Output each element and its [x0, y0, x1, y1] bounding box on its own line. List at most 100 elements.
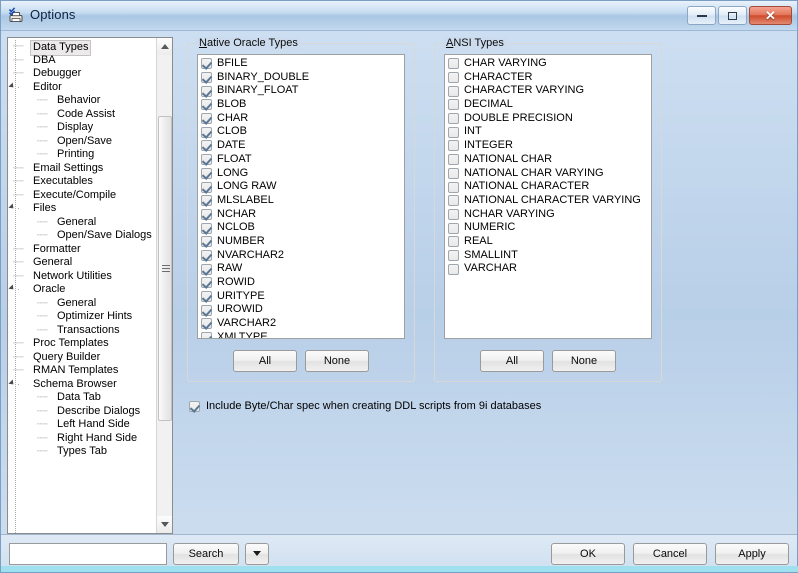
- tree-scroll-down-button[interactable]: [157, 516, 172, 533]
- native-type-item[interactable]: NUMBER: [201, 235, 404, 249]
- native-type-item[interactable]: BLOB: [201, 98, 404, 112]
- ansi-type-item[interactable]: CHARACTER VARYING: [448, 84, 651, 98]
- native-type-item[interactable]: BINARY_DOUBLE: [201, 71, 404, 85]
- sidebar-item-editor[interactable]: · Editor: [8, 81, 155, 95]
- native-type-item[interactable]: FLOAT: [201, 153, 404, 167]
- ansi-type-item[interactable]: VARCHAR: [448, 262, 651, 276]
- search-button[interactable]: Search: [173, 542, 239, 565]
- ansi-all-button[interactable]: All: [480, 350, 544, 372]
- minimize-button[interactable]: [687, 6, 716, 25]
- ansi-type-item[interactable]: CHAR VARYING: [448, 57, 651, 71]
- ansi-type-item[interactable]: NUMERIC: [448, 221, 651, 235]
- native-type-checkbox[interactable]: [201, 291, 212, 303]
- native-type-item[interactable]: URITYPE: [201, 290, 404, 304]
- sidebar-item-left-hand-side[interactable]: ┈┈ Left Hand Side: [8, 418, 155, 432]
- ansi-type-item[interactable]: SMALLINT: [448, 249, 651, 263]
- native-type-checkbox[interactable]: [201, 332, 212, 338]
- sidebar-item-network-utilities[interactable]: ┈┈ Network Utilities: [8, 270, 155, 284]
- native-type-item[interactable]: MLSLABEL: [201, 194, 404, 208]
- native-type-checkbox[interactable]: [201, 99, 212, 111]
- ansi-type-checkbox[interactable]: [448, 249, 459, 261]
- native-type-checkbox[interactable]: [201, 140, 212, 152]
- native-type-item[interactable]: LONG RAW: [201, 180, 404, 194]
- ansi-type-checkbox[interactable]: [448, 195, 459, 207]
- native-type-checkbox[interactable]: [201, 126, 212, 138]
- include-byte-char-spec-row[interactable]: Include Byte/Char spec when creating DDL…: [189, 400, 785, 412]
- sidebar-item-schema-browser[interactable]: · Schema Browser: [8, 378, 155, 392]
- sidebar-item-execute-compile[interactable]: ┈┈ Execute/Compile: [8, 189, 155, 203]
- ansi-type-checkbox[interactable]: [448, 208, 459, 220]
- ansi-type-checkbox[interactable]: [448, 113, 459, 125]
- native-type-checkbox[interactable]: [201, 304, 212, 316]
- sidebar-item-rman-templates[interactable]: ┈┈ RMAN Templates: [8, 364, 155, 378]
- sidebar-item-data-types[interactable]: ┈┈ Data Types: [8, 40, 155, 56]
- sidebar-item-email-settings[interactable]: ┈┈ Email Settings: [8, 162, 155, 176]
- ansi-types-listbox[interactable]: CHAR VARYING CHARACTER CHARACTER VARYING DE…: [444, 54, 652, 339]
- native-type-checkbox[interactable]: [201, 263, 212, 275]
- tree-scroll-up-button[interactable]: [157, 38, 172, 55]
- sidebar-item-general[interactable]: ┈┈ General: [8, 216, 155, 230]
- sidebar-item-right-hand-side[interactable]: ┈┈ Right Hand Side: [8, 432, 155, 446]
- sidebar-item-debugger[interactable]: ┈┈ Debugger: [8, 67, 155, 81]
- ansi-type-checkbox[interactable]: [448, 167, 459, 179]
- native-type-checkbox[interactable]: [201, 85, 212, 97]
- sidebar-item-dba[interactable]: ┈┈ DBA: [8, 54, 155, 68]
- sidebar-item-formatter[interactable]: ┈┈ Formatter: [8, 243, 155, 257]
- sidebar-item-transactions[interactable]: ┈┈ Transactions: [8, 324, 155, 338]
- tree-scrollbar[interactable]: [156, 38, 172, 533]
- native-type-item[interactable]: XMLTYPE: [201, 331, 404, 338]
- sidebar-item-types-tab[interactable]: ┈┈ Types Tab: [8, 445, 155, 459]
- ansi-type-item[interactable]: NATIONAL CHAR: [448, 153, 651, 167]
- ansi-type-item[interactable]: NCHAR VARYING: [448, 208, 651, 222]
- native-type-item[interactable]: CHAR: [201, 112, 404, 126]
- sidebar-item-behavior[interactable]: ┈┈ Behavior: [8, 94, 155, 108]
- ansi-type-item[interactable]: NATIONAL CHARACTER: [448, 180, 651, 194]
- ansi-type-item[interactable]: REAL: [448, 235, 651, 249]
- native-type-item[interactable]: CLOB: [201, 125, 404, 139]
- ansi-type-checkbox[interactable]: [448, 140, 459, 152]
- ansi-type-checkbox[interactable]: [448, 72, 459, 84]
- sidebar-item-oracle[interactable]: · Oracle: [8, 283, 155, 297]
- native-type-item[interactable]: VARCHAR2: [201, 317, 404, 331]
- sidebar-item-code-assist[interactable]: ┈┈ Code Assist: [8, 108, 155, 122]
- native-type-checkbox[interactable]: [201, 58, 212, 70]
- ansi-type-checkbox[interactable]: [448, 85, 459, 97]
- sidebar-item-executables[interactable]: ┈┈ Executables: [8, 175, 155, 189]
- cancel-button[interactable]: Cancel: [633, 543, 707, 565]
- native-type-checkbox[interactable]: [201, 113, 212, 125]
- ansi-type-checkbox[interactable]: [448, 236, 459, 248]
- ansi-type-item[interactable]: INTEGER: [448, 139, 651, 153]
- ansi-none-button[interactable]: None: [552, 350, 616, 372]
- search-dropdown-button[interactable]: [245, 542, 269, 565]
- native-type-item[interactable]: NCLOB: [201, 221, 404, 235]
- native-type-checkbox[interactable]: [201, 277, 212, 289]
- sidebar-item-display[interactable]: ┈┈ Display: [8, 121, 155, 135]
- native-type-checkbox[interactable]: [201, 195, 212, 207]
- native-type-checkbox[interactable]: [201, 318, 212, 330]
- native-type-checkbox[interactable]: [201, 167, 212, 179]
- ansi-type-item[interactable]: DECIMAL: [448, 98, 651, 112]
- native-none-button[interactable]: None: [305, 350, 369, 372]
- ansi-type-checkbox[interactable]: [448, 222, 459, 234]
- sidebar-item-proc-templates[interactable]: ┈┈ Proc Templates: [8, 337, 155, 351]
- native-type-checkbox[interactable]: [201, 154, 212, 166]
- native-type-checkbox[interactable]: [201, 72, 212, 84]
- sidebar-item-open-save-dialogs[interactable]: ┈┈ Open/Save Dialogs: [8, 229, 155, 243]
- native-type-item[interactable]: ROWID: [201, 276, 404, 290]
- ansi-type-checkbox[interactable]: [448, 99, 459, 111]
- sidebar-item-query-builder[interactable]: ┈┈ Query Builder: [8, 351, 155, 365]
- maximize-button[interactable]: [718, 6, 747, 25]
- ansi-type-item[interactable]: DOUBLE PRECISION: [448, 112, 651, 126]
- ansi-type-item[interactable]: CHARACTER: [448, 71, 651, 85]
- ansi-type-item[interactable]: NATIONAL CHARACTER VARYING: [448, 194, 651, 208]
- native-type-checkbox[interactable]: [201, 222, 212, 234]
- native-type-item[interactable]: NVARCHAR2: [201, 249, 404, 263]
- native-type-item[interactable]: DATE: [201, 139, 404, 153]
- ok-button[interactable]: OK: [551, 543, 625, 565]
- native-type-item[interactable]: BINARY_FLOAT: [201, 84, 404, 98]
- sidebar-item-optimizer-hints[interactable]: ┈┈ Optimizer Hints: [8, 310, 155, 324]
- settings-tree[interactable]: ┈┈ Data Types ┈┈ DBA ┈┈ Debugger · Editor ┈┈ Beha…: [8, 40, 155, 533]
- tree-scrollbar-thumb[interactable]: [158, 116, 172, 421]
- native-type-item[interactable]: BFILE: [201, 57, 404, 71]
- native-type-item[interactable]: UROWID: [201, 303, 404, 317]
